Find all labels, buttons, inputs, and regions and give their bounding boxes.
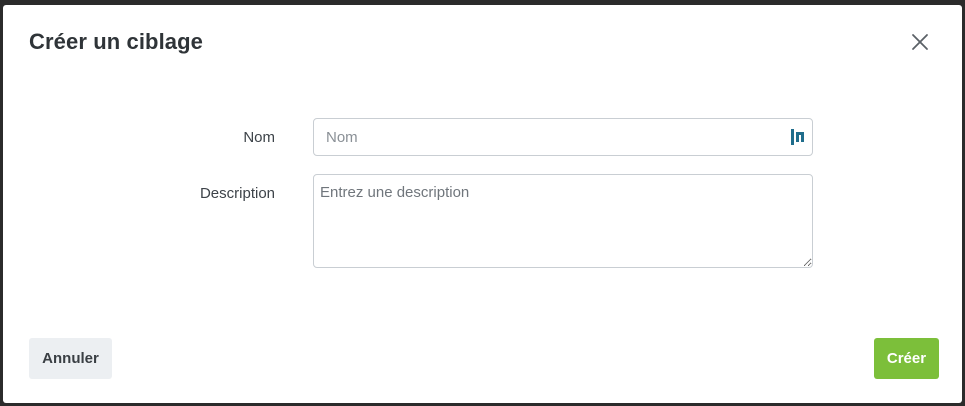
close-icon bbox=[912, 34, 928, 50]
name-label: Nom bbox=[243, 129, 275, 146]
description-textarea[interactable] bbox=[313, 174, 813, 268]
dialog-title: Créer un ciblage bbox=[29, 29, 203, 54]
create-targeting-dialog: Créer un ciblage Nom Description Annuler… bbox=[3, 5, 962, 403]
close-button[interactable] bbox=[908, 30, 932, 54]
name-input[interactable] bbox=[313, 118, 813, 156]
cancel-button[interactable]: Annuler bbox=[29, 338, 112, 379]
description-label: Description bbox=[199, 185, 275, 202]
create-button[interactable]: Créer bbox=[874, 338, 939, 379]
password-manager-icon[interactable] bbox=[790, 128, 806, 146]
